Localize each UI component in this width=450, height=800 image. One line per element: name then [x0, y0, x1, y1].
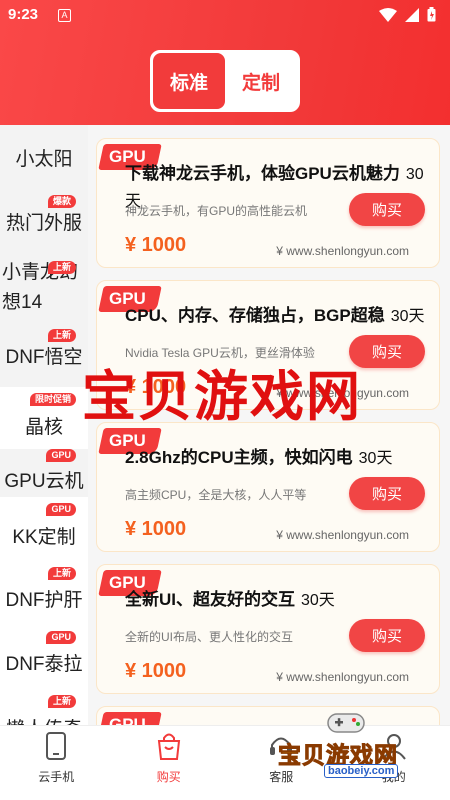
- sidebar-item-gpu-cloud[interactable]: GPU GPU云机: [0, 449, 88, 497]
- sidebar-item-label: 小太阳: [15, 148, 73, 170]
- card-duration: 30天: [301, 592, 335, 609]
- card-description: 全新的UI布局、更人性化的交互: [125, 630, 294, 644]
- card-duration: 30天: [358, 450, 393, 467]
- sidebar-item-dnf-hugan[interactable]: 上新 DNF护肝: [0, 561, 88, 625]
- card-description: 神龙云手机，有GPU的高性能云机: [125, 204, 308, 218]
- sidebar-item-hot-overseas[interactable]: 爆款 热门外服: [0, 189, 88, 253]
- tab-cloud-phone[interactable]: 云手机: [0, 726, 113, 800]
- new-badge: 上新: [47, 261, 76, 274]
- new-badge: 上新: [47, 329, 76, 342]
- buy-button[interactable]: 购买: [349, 477, 425, 510]
- product-card[interactable]: GPU 下载神龙云手机，体验GPU云机魅力 30天 神龙云手机，有GPU的高性能云…: [96, 138, 440, 268]
- category-sidebar: 小太阳 爆款 热门外服 上新 小青龙幻想14 上新 DNF悟空 限时促销 晶核 …: [0, 125, 88, 725]
- sidebar-item-xiaotaiyang[interactable]: 小太阳: [0, 125, 88, 189]
- tab-label: 购买: [156, 770, 181, 784]
- app-notification-icon: A: [58, 9, 71, 22]
- sidebar-item-label: DNF泰拉: [5, 653, 83, 675]
- sidebar-item-jinghe[interactable]: 限时促销 晶核: [0, 387, 88, 449]
- tab-label: 云手机: [38, 770, 75, 784]
- buy-button[interactable]: 购买: [349, 193, 425, 226]
- gpu-badge: GPU: [46, 449, 76, 462]
- sidebar-item-label: GPU云机: [4, 470, 84, 492]
- card-site: ¥ www.shenlongyun.com: [276, 244, 409, 258]
- battery-icon: [427, 7, 436, 22]
- card-description: 高主频CPU，全是大核，人人平等: [125, 488, 307, 502]
- sidebar-item-label: DNF护肝: [5, 589, 83, 611]
- card-price: ¥ 1000: [125, 518, 187, 540]
- card-site: ¥ www.shenlongyun.com: [276, 670, 409, 684]
- card-site: ¥ www.shenlongyun.com: [276, 528, 409, 542]
- sidebar-item-dnf-wukong[interactable]: 上新 DNF悟空: [0, 323, 88, 387]
- phone-icon: [46, 732, 67, 760]
- gamepad-icon: [327, 713, 365, 733]
- card-title: 2.8Ghz的CPU主频，快如闪电 30天: [125, 448, 393, 467]
- card-title: CPU、内存、存储独占，BGP超稳 30天: [125, 306, 425, 325]
- promo-badge: 限时促销: [29, 393, 76, 406]
- status-icons: [379, 7, 436, 22]
- card-duration: 30天: [390, 308, 425, 325]
- new-badge: 上新: [47, 695, 76, 708]
- tab-standard[interactable]: 标准: [153, 53, 225, 109]
- status-bar: 9:23 A: [0, 0, 450, 32]
- sidebar-item-label: 热门外服: [5, 212, 82, 234]
- watermark-logo: 宝贝游戏网 baobeiy.com: [270, 710, 420, 782]
- card-price: ¥ 1000: [125, 234, 187, 256]
- gpu-badge: GPU: [46, 631, 76, 644]
- gpu-badge: GPU: [46, 503, 76, 516]
- product-list: GPU 下载神龙云手机，体验GPU云机魅力 30天 神龙云手机，有GPU的高性能云…: [96, 138, 440, 728]
- sidebar-item-label: 晶核: [24, 416, 63, 438]
- wifi-icon: [379, 7, 397, 22]
- sidebar-item-label: KK定制: [12, 526, 76, 548]
- card-title: 全新UI、超友好的交互 30天: [125, 590, 335, 609]
- buy-button[interactable]: 购买: [349, 619, 425, 652]
- sidebar-item-lazy-legend[interactable]: 上新 懒人传奇: [0, 689, 88, 725]
- signal-icon: [405, 7, 419, 22]
- sidebar-item-xiaoqinglong[interactable]: 上新 小青龙幻想14: [0, 253, 88, 323]
- tab-custom[interactable]: 定制: [225, 53, 297, 109]
- hot-badge: 爆款: [47, 195, 76, 208]
- new-badge: 上新: [47, 567, 76, 580]
- card-price: ¥ 1000: [125, 660, 187, 682]
- product-card[interactable]: GPU 全新UI、超友好的交互 30天 全新的UI布局、更人性化的交互 购买 ¥ …: [96, 564, 440, 694]
- sidebar-item-kk-custom[interactable]: GPU KK定制: [0, 497, 88, 561]
- sidebar-item-dnf-taila[interactable]: GPU DNF泰拉: [0, 625, 88, 689]
- shopping-bag-icon: [157, 733, 180, 760]
- sidebar-item-label: DNF悟空: [5, 346, 83, 368]
- tab-buy[interactable]: 购买: [113, 726, 226, 800]
- status-time: 9:23: [8, 6, 39, 23]
- logo-url: baobeiy.com: [324, 764, 399, 778]
- sidebar-item-label: 懒人传奇: [6, 714, 82, 726]
- header: 9:23 A 标准 定制: [0, 0, 450, 125]
- product-card[interactable]: GPU 2.8Ghz的CPU主频，快如闪电 30天 高主频CPU，全是大核，人人平…: [96, 422, 440, 552]
- watermark-text: 宝贝游戏网: [82, 364, 362, 428]
- plan-type-toggle: 标准 定制: [150, 50, 300, 112]
